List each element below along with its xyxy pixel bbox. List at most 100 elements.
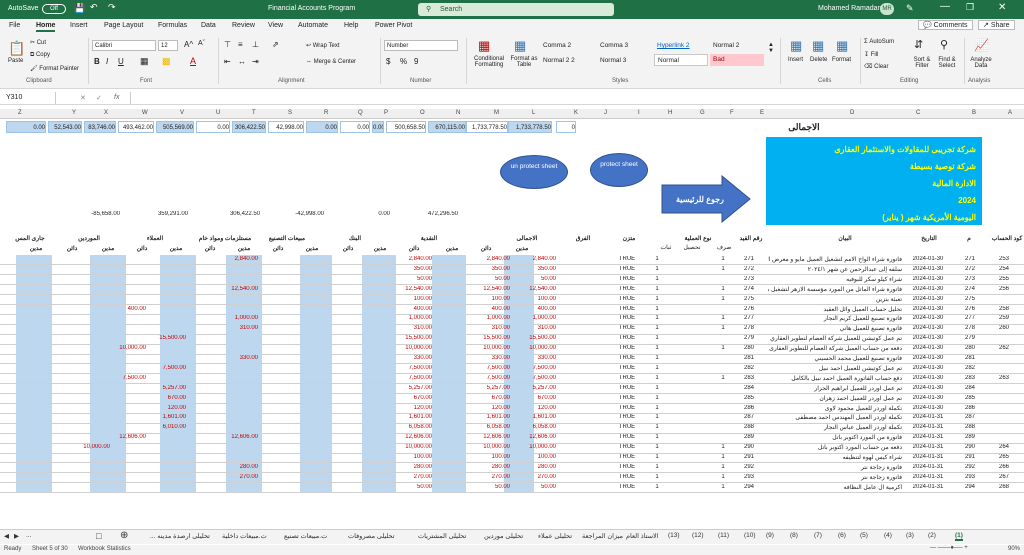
cell-date[interactable]: 2024-01-30 bbox=[904, 375, 952, 381]
column-header-p[interactable]: P bbox=[384, 110, 388, 116]
column-header-l[interactable]: L bbox=[532, 110, 535, 116]
cell-t2[interactable]: 10,000.00 bbox=[466, 345, 510, 351]
cell-ok[interactable]: TRUE bbox=[614, 345, 640, 351]
cell-w[interactable]: 400.00 bbox=[112, 306, 146, 312]
total-cell[interactable]: 0.00 bbox=[372, 121, 384, 133]
menu-formulas[interactable]: Formulas bbox=[158, 22, 187, 29]
column-header-s[interactable]: S bbox=[288, 110, 292, 116]
style-hyperlink-2[interactable]: Hyperlink 2 bbox=[654, 40, 708, 52]
cell-t1[interactable]: 310.00 bbox=[516, 325, 556, 331]
delete-cells-button[interactable]: Delete bbox=[810, 57, 827, 63]
cell-m[interactable]: 271 bbox=[958, 256, 982, 262]
cell-v[interactable]: 670.00 bbox=[152, 395, 186, 401]
cell-s[interactable]: 310.00 bbox=[226, 325, 258, 331]
cell-ex[interactable]: 1 bbox=[716, 484, 730, 490]
cell-t1[interactable]: 350.00 bbox=[516, 266, 556, 272]
sort-filter-button[interactable]: Sort & Filter bbox=[910, 57, 934, 69]
cell-cash[interactable]: 10,000.00 bbox=[392, 345, 432, 351]
cell-ok[interactable]: TRUE bbox=[614, 484, 640, 490]
cell-fx[interactable]: 1 bbox=[650, 444, 664, 450]
cell-ex[interactable]: 1 bbox=[716, 256, 730, 262]
cell-ok[interactable]: TRUE bbox=[614, 325, 640, 331]
cell-t1[interactable]: 10,000.00 bbox=[516, 345, 556, 351]
number-format-select[interactable]: Number bbox=[384, 40, 458, 51]
cell-code[interactable]: 266 bbox=[990, 464, 1018, 470]
cell-ok[interactable]: TRUE bbox=[614, 395, 640, 401]
cell-ok[interactable]: TRUE bbox=[614, 454, 640, 460]
cell-t2[interactable]: 50.00 bbox=[466, 484, 510, 490]
sheet-tab[interactable]: تحليلى عملاء bbox=[538, 532, 572, 540]
cell-m[interactable]: 274 bbox=[958, 286, 982, 292]
summary-cell[interactable]: 359,291.00 bbox=[128, 211, 188, 217]
cell-v[interactable]: 6,010.00 bbox=[152, 424, 186, 430]
cell-entry[interactable]: 286 bbox=[736, 405, 762, 411]
column-header-i[interactable]: I bbox=[638, 110, 640, 116]
cell-ok[interactable]: TRUE bbox=[614, 385, 640, 391]
cell-entry[interactable]: 281 bbox=[736, 355, 762, 361]
cell-t1[interactable]: 100.00 bbox=[516, 296, 556, 302]
cell-date[interactable]: 2024-01-30 bbox=[904, 395, 952, 401]
cell-v[interactable]: 120.00 bbox=[152, 405, 186, 411]
cell-fx[interactable]: 1 bbox=[650, 405, 664, 411]
cell-stmt[interactable]: تكملة اوردر العميل المهندس احمد مصطفى bbox=[768, 414, 902, 421]
add-sheet-icon[interactable]: ⊕ bbox=[120, 530, 128, 541]
menu-review[interactable]: Review bbox=[232, 22, 255, 29]
zoom-level[interactable]: 90% bbox=[1008, 546, 1020, 552]
cell-t2[interactable]: 100.00 bbox=[466, 296, 510, 302]
sheet-tab[interactable]: (12) bbox=[692, 532, 704, 539]
cell-entry[interactable]: 275 bbox=[736, 296, 762, 302]
cell-m[interactable]: 288 bbox=[958, 424, 982, 430]
cell-fx[interactable]: 1 bbox=[650, 414, 664, 420]
summary-cell[interactable]: 306,422.50 bbox=[200, 211, 260, 217]
cell-cash[interactable]: 350.00 bbox=[392, 266, 432, 272]
cell-t2[interactable]: 1,000.00 bbox=[466, 315, 510, 321]
total-cell[interactable]: 670,115.00 bbox=[428, 121, 466, 133]
cell-t1[interactable]: 15,500.00 bbox=[516, 335, 556, 341]
cell-t2[interactable]: 10,000.00 bbox=[466, 444, 510, 450]
cell-fx[interactable]: 1 bbox=[650, 464, 664, 470]
column-header-j[interactable]: J bbox=[604, 110, 607, 116]
confirm-entry-icon[interactable]: ✓ bbox=[96, 94, 102, 102]
cell-ok[interactable]: TRUE bbox=[614, 296, 640, 302]
sheet-tab[interactable]: (10) bbox=[744, 532, 756, 539]
underline-icon[interactable]: U bbox=[118, 57, 124, 66]
cell-cash[interactable]: 15,500.00 bbox=[392, 335, 432, 341]
comments-button[interactable]: 💬 Comments bbox=[918, 20, 973, 30]
cell-date[interactable]: 2024-01-31 bbox=[904, 424, 952, 430]
clear-button[interactable]: ⌫ Clear bbox=[864, 63, 889, 70]
workbook-statistics[interactable]: Workbook Statistics bbox=[78, 546, 131, 552]
cell-s[interactable]: 330.00 bbox=[226, 355, 258, 361]
sheet-tab[interactable]: (7) bbox=[814, 532, 822, 539]
cell-stmt[interactable]: فاتورة شراء الواح آلامم لتشغيل العميل ما… bbox=[768, 256, 902, 263]
cell-ex[interactable]: 1 bbox=[716, 315, 730, 321]
cell-fx[interactable]: 1 bbox=[650, 474, 664, 480]
cell-stmt[interactable]: تعبئة بنزين bbox=[768, 296, 902, 303]
cell-m[interactable]: 272 bbox=[958, 266, 982, 272]
cell-code[interactable]: 256 bbox=[990, 286, 1018, 292]
cell-code[interactable]: 260 bbox=[990, 325, 1018, 331]
sheet-tab[interactable]: تحليلى ارصدة مدينه ... bbox=[150, 532, 210, 540]
cell-t1[interactable]: 120.00 bbox=[516, 405, 556, 411]
cell-entry[interactable]: 280 bbox=[736, 345, 762, 351]
cell-date[interactable]: 2024-01-31 bbox=[904, 434, 952, 440]
menu-insert[interactable]: Insert bbox=[70, 22, 88, 29]
orientation-icon[interactable]: ⇗ bbox=[272, 40, 279, 49]
cell-code[interactable]: 262 bbox=[990, 345, 1018, 351]
cell-date[interactable]: 2024-01-30 bbox=[904, 256, 952, 262]
style-comma-2[interactable]: Comma 2 bbox=[540, 40, 594, 52]
column-header-x[interactable]: X bbox=[104, 110, 108, 116]
cell-stmt[interactable]: دفع حساب الفاتورة العميل احمد نبيل بالكا… bbox=[768, 375, 902, 382]
cell-code[interactable]: 263 bbox=[990, 375, 1018, 381]
cell-entry[interactable]: 272 bbox=[736, 266, 762, 272]
cell-ex[interactable]: 1 bbox=[716, 464, 730, 470]
cell-t1[interactable]: 100.00 bbox=[516, 454, 556, 460]
cell-ok[interactable]: TRUE bbox=[614, 405, 640, 411]
cell-code[interactable]: 255 bbox=[990, 276, 1018, 282]
cell-t1[interactable]: 280.00 bbox=[516, 464, 556, 470]
cell-t1[interactable]: 50.00 bbox=[516, 276, 556, 282]
cell-t1[interactable]: 12,606.00 bbox=[516, 434, 556, 440]
cell-ok[interactable]: TRUE bbox=[614, 276, 640, 282]
cell-ok[interactable]: TRUE bbox=[614, 375, 640, 381]
cell-cash[interactable]: 12,606.00 bbox=[392, 434, 432, 440]
cell-entry[interactable]: 288 bbox=[736, 424, 762, 430]
